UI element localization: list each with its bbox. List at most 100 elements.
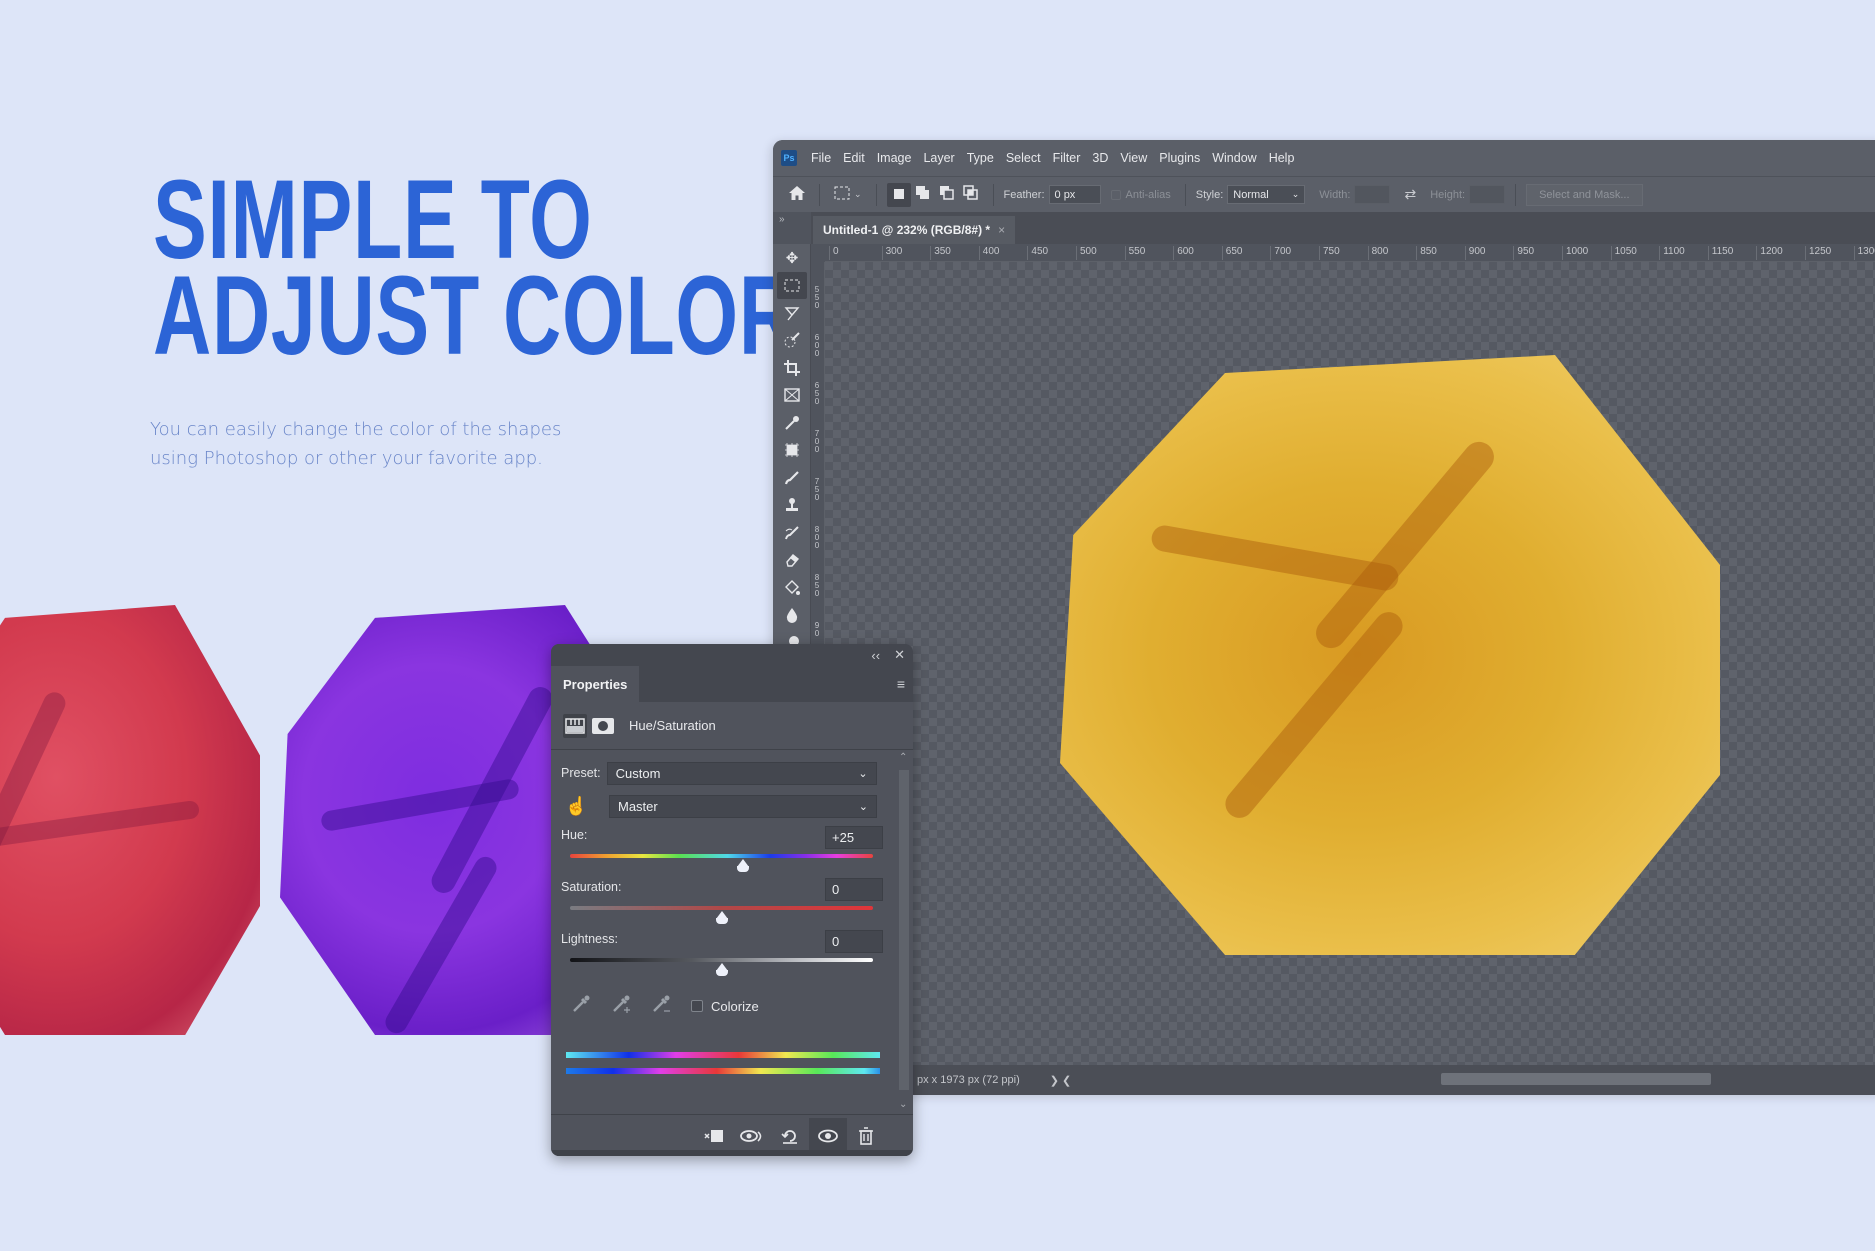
toggle-visibility-icon[interactable] — [809, 1117, 847, 1154]
view-previous-state-icon[interactable] — [733, 1118, 771, 1154]
panel-scroll-thumb[interactable] — [899, 770, 909, 1090]
ruler-tick: 1100 — [1659, 246, 1685, 260]
menu-3d[interactable]: 3D — [1092, 151, 1108, 165]
antialias-checkbox[interactable] — [1110, 189, 1121, 200]
status-arrows[interactable]: ❯ ❮ — [1050, 1074, 1072, 1087]
menu-filter[interactable]: Filter — [1053, 151, 1081, 165]
menu-help[interactable]: Help — [1269, 151, 1295, 165]
new-selection-icon[interactable] — [886, 182, 911, 207]
close-panel-icon[interactable]: ✕ — [894, 647, 905, 663]
menu-select[interactable]: Select — [1006, 151, 1041, 165]
ruler-tick: 600 — [1173, 246, 1194, 260]
document-tab-title: Untitled-1 @ 232% (RGB/8#) * — [823, 223, 991, 237]
menu-layer[interactable]: Layer — [923, 151, 954, 165]
paint-bucket-tool-icon[interactable] — [773, 574, 811, 602]
options-bar: ⌄ Feather: 0 px Anti-alias Style: Normal… — [773, 176, 1875, 212]
hue-slider-thumb[interactable] — [736, 859, 750, 873]
ruler-tick: 300 — [881, 246, 902, 260]
ruler-tick: 800 — [1367, 246, 1388, 260]
chevron-down-icon[interactable]: ⌄ — [854, 189, 862, 200]
width-label: Width: — [1319, 188, 1351, 201]
clone-stamp-tool-icon[interactable] — [773, 492, 811, 520]
hero-title-line2: ADJUST COLOR — [153, 253, 798, 378]
swap-dimensions-icon[interactable]: ⇄ — [1404, 186, 1416, 203]
height-input[interactable] — [1469, 185, 1506, 204]
menu-window[interactable]: Window — [1212, 151, 1256, 165]
ruler-tick: 900 — [1464, 246, 1485, 260]
hue-slider-track[interactable] — [570, 854, 873, 858]
collapse-panel-icon[interactable]: ‹‹ — [871, 648, 880, 663]
saturation-value-input[interactable]: 0 — [825, 878, 883, 901]
ruler-tick: 90 — [814, 621, 820, 638]
colorize-checkbox[interactable] — [691, 1000, 703, 1012]
ruler-tick: 850 — [814, 573, 820, 598]
close-tab-icon[interactable]: × — [998, 223, 1005, 237]
hue-value-input[interactable]: +25 — [825, 826, 883, 849]
subtract-from-sample-eyedropper-icon[interactable] — [641, 994, 681, 1019]
ruler-tick: 650 — [1221, 246, 1242, 260]
tab-properties[interactable]: Properties — [551, 666, 640, 702]
style-select[interactable]: Normal ⌄ — [1227, 185, 1306, 204]
menu-edit[interactable]: Edit — [843, 151, 865, 165]
lightness-label: Lightness: — [561, 932, 618, 946]
menu-view[interactable]: View — [1120, 151, 1147, 165]
frame-tool-icon[interactable] — [773, 382, 811, 410]
eraser-tool-icon[interactable] — [773, 547, 811, 575]
lightness-slider-thumb[interactable] — [715, 963, 729, 977]
quick-selection-tool-icon[interactable] — [773, 327, 811, 355]
preset-select[interactable]: Custom ⌄ — [606, 761, 877, 785]
menu-plugins[interactable]: Plugins — [1159, 151, 1200, 165]
intersect-selection-icon[interactable] — [959, 185, 983, 204]
feather-input[interactable]: 0 px — [1048, 185, 1101, 204]
menu-file[interactable]: File — [811, 151, 831, 165]
layer-mask-icon[interactable] — [591, 714, 615, 738]
lightness-value-input[interactable]: 0 — [825, 930, 883, 953]
menu-image[interactable]: Image — [877, 151, 912, 165]
document-tab-row: » Untitled-1 @ 232% (RGB/8#) * × — [773, 212, 1875, 244]
select-and-mask-button[interactable]: Select and Mask... — [1526, 183, 1643, 206]
clip-to-layer-icon[interactable] — [695, 1118, 733, 1154]
output-color-spectrum-bar — [566, 1068, 880, 1074]
blur-tool-icon[interactable] — [773, 602, 811, 630]
delete-adjustment-icon[interactable] — [847, 1118, 885, 1154]
subtract-from-selection-icon[interactable] — [935, 185, 959, 204]
chevron-down-icon: ⌄ — [858, 800, 868, 813]
hue-saturation-adjustment-icon[interactable] — [563, 713, 587, 738]
crop-tool-icon[interactable] — [773, 354, 811, 382]
marquee-preset-icon[interactable] — [830, 186, 854, 203]
channel-value: Master — [618, 798, 658, 814]
panel-resize-grip[interactable] — [551, 1150, 913, 1156]
hero-subtitle-line2: using Photoshop or other your favorite a… — [150, 448, 543, 469]
panel-menu-icon[interactable]: ≡ — [897, 676, 905, 692]
expand-panels-icon[interactable]: » — [773, 212, 811, 244]
menu-type[interactable]: Type — [967, 151, 994, 165]
lasso-tool-icon[interactable] — [773, 299, 811, 327]
hero-subtitle-line1: You can easily change the color of the s… — [150, 419, 562, 440]
rectangular-marquee-tool-icon[interactable] — [777, 271, 807, 299]
eyedropper-icon[interactable] — [561, 994, 601, 1019]
history-brush-tool-icon[interactable] — [773, 519, 811, 547]
add-to-sample-eyedropper-icon[interactable] — [601, 994, 641, 1019]
brush-tool-icon[interactable] — [773, 464, 811, 492]
panel-scrollbar[interactable]: ⌃ ⌄ — [897, 750, 911, 1114]
width-input[interactable] — [1354, 185, 1391, 204]
move-tool-icon[interactable]: ✥ — [773, 244, 811, 272]
targeted-adjustment-hand-icon[interactable]: ☝ — [561, 796, 601, 817]
saturation-slider-thumb[interactable] — [715, 911, 729, 925]
red-fur-shape-image — [0, 605, 260, 1035]
document-tab[interactable]: Untitled-1 @ 232% (RGB/8#) * × — [813, 216, 1016, 244]
eyedropper-tool-icon[interactable] — [773, 409, 811, 437]
spot-healing-tool-icon[interactable] — [773, 437, 811, 465]
ruler-tick: 550 — [1124, 246, 1145, 260]
horizontal-scrollbar-thumb[interactable] — [1441, 1073, 1711, 1085]
reset-adjustment-icon[interactable] — [771, 1118, 809, 1154]
saturation-slider-track[interactable] — [570, 906, 873, 910]
lightness-slider-track[interactable] — [570, 958, 873, 962]
home-icon[interactable] — [785, 186, 809, 203]
add-to-selection-icon[interactable] — [911, 185, 935, 204]
scroll-down-icon[interactable]: ⌄ — [899, 1099, 907, 1110]
channel-select[interactable]: Master ⌄ — [609, 794, 877, 818]
scroll-up-icon[interactable]: ⌃ — [899, 752, 907, 763]
style-label: Style: — [1195, 188, 1224, 201]
preset-label: Preset: — [561, 766, 601, 780]
